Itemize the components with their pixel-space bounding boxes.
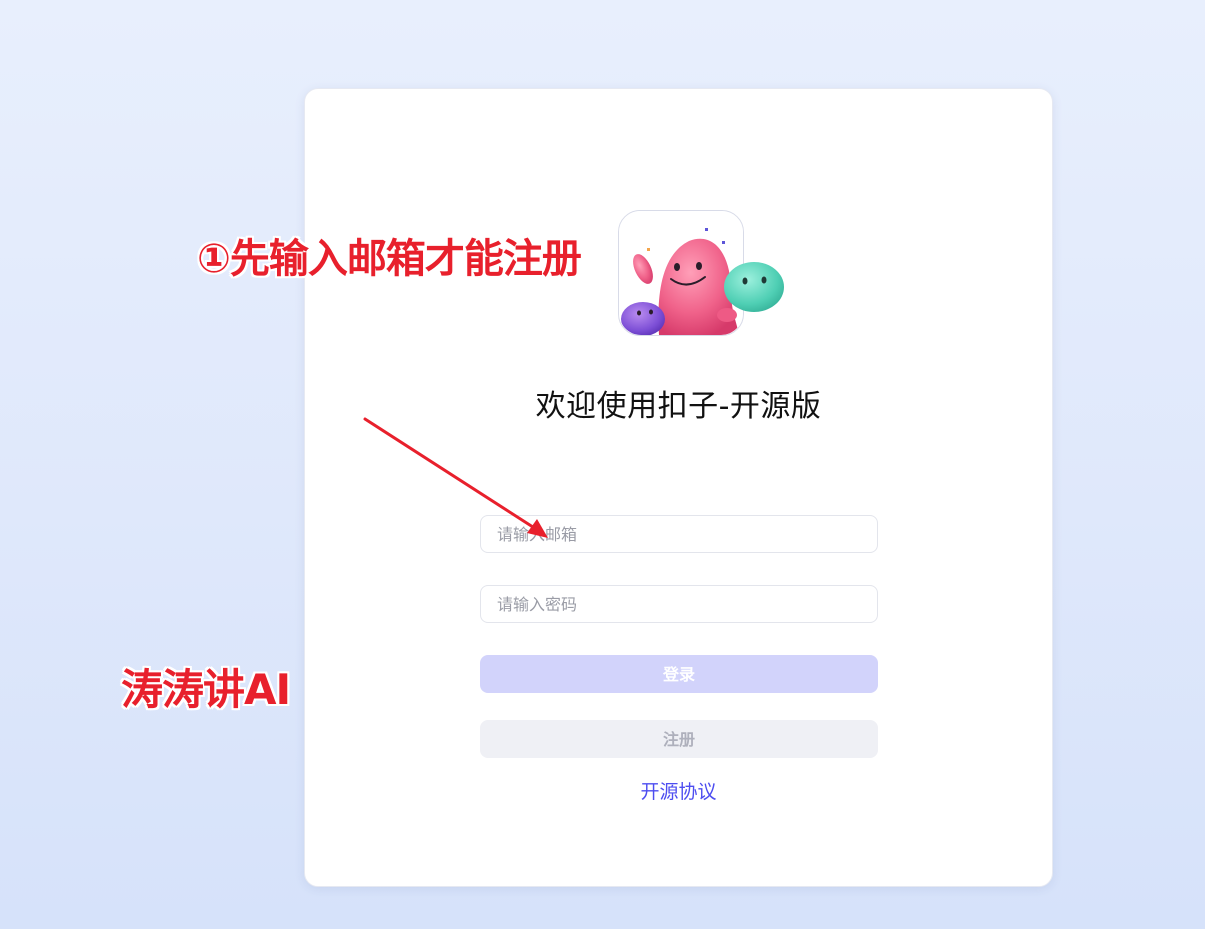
annotation-note: ①先输入邮箱才能注册 xyxy=(197,236,582,282)
open-source-license-link[interactable]: 开源协议 xyxy=(305,777,1052,804)
password-field[interactable] xyxy=(480,585,878,623)
email-input[interactable] xyxy=(481,516,877,552)
email-field[interactable] xyxy=(480,515,878,553)
annotation-watermark: 涛涛讲AI xyxy=(121,665,291,714)
login-card: 欢迎使用扣子-开源版 登录 注册 开源协议 xyxy=(304,88,1053,887)
coze-mascot-logo-icon xyxy=(618,210,784,336)
login-button[interactable]: 登录 xyxy=(480,655,878,693)
password-input[interactable] xyxy=(481,586,877,622)
page-title: 欢迎使用扣子-开源版 xyxy=(535,389,822,424)
register-button[interactable]: 注册 xyxy=(480,720,878,758)
